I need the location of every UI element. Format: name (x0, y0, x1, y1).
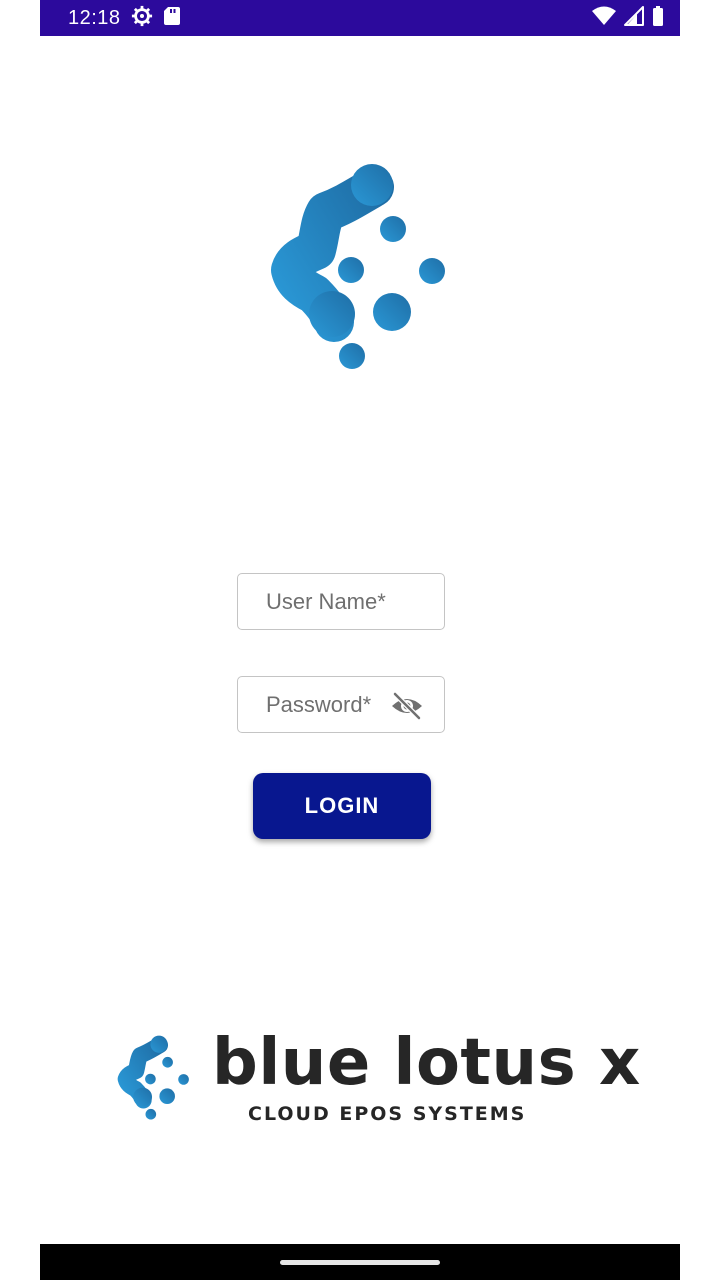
brand-logo: blue lotus x CLOUD EPOS SYSTEMS (106, 1026, 640, 1130)
signal-icon (624, 5, 644, 31)
username-input[interactable] (266, 588, 386, 615)
navigation-bar (40, 1244, 680, 1280)
login-screen: 12:18 User Name* LOGIN blue lotus x CLOU… (40, 0, 680, 1280)
brand-mark-icon (106, 1034, 194, 1122)
brand-name: blue lotus x (212, 1026, 641, 1100)
sd-card-icon (163, 6, 181, 31)
brand-tagline: CLOUD EPOS SYSTEMS (248, 1103, 527, 1125)
password-input[interactable] (266, 691, 386, 718)
status-icons-right (592, 5, 664, 31)
password-field[interactable] (237, 676, 445, 733)
home-gesture-handle[interactable] (280, 1260, 440, 1265)
eye-off-icon[interactable] (390, 691, 424, 721)
gear-icon (131, 5, 153, 32)
login-button[interactable]: LOGIN (253, 773, 431, 839)
app-logo-icon (250, 160, 450, 375)
username-field[interactable] (237, 573, 445, 630)
status-time: 12:18 (68, 6, 121, 29)
status-bar: 12:18 (40, 0, 680, 36)
wifi-icon (592, 6, 616, 31)
battery-icon (652, 5, 664, 31)
